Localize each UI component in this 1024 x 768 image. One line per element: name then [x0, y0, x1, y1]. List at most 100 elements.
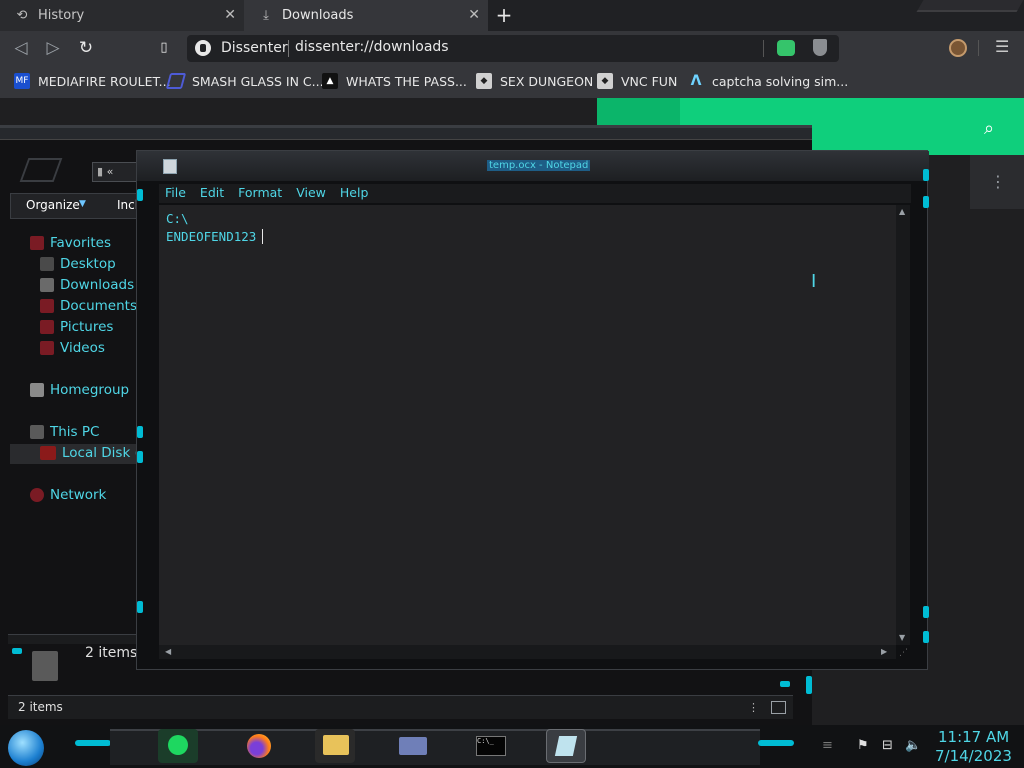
bookmark-item[interactable]: ◆ SEX DUNGEON — [476, 73, 593, 89]
menu-help[interactable]: Help — [340, 184, 369, 203]
notepad-titlebar[interactable]: temp.ocx - Notepad — [137, 151, 929, 181]
scroll-down-icon[interactable]: ▼ — [899, 633, 905, 642]
computer-icon — [30, 425, 44, 439]
shield-icon[interactable] — [813, 39, 827, 56]
nav-label: Downloads — [60, 277, 135, 293]
nav-downloads[interactable]: Downloads — [40, 277, 134, 293]
nav-this-pc[interactable]: This PC — [30, 424, 99, 440]
dissenter-extension-icon[interactable] — [777, 40, 795, 56]
start-button[interactable] — [8, 730, 44, 766]
divider — [763, 40, 764, 57]
frame-accent — [137, 426, 143, 438]
large-icons-view-icon[interactable] — [771, 701, 786, 714]
homegroup-icon — [30, 383, 44, 397]
nav-favorites[interactable]: Favorites — [30, 235, 111, 251]
control-panel-icon[interactable] — [393, 729, 433, 763]
show-hidden-icons-icon[interactable]: ≡ — [822, 738, 833, 753]
scroll-left-icon[interactable]: ◀ — [165, 647, 171, 656]
vertical-scrollbar[interactable]: ▲ ▼ — [896, 205, 910, 645]
cmd-icon[interactable]: C:\_ — [470, 729, 510, 763]
nav-network[interactable]: Network — [30, 487, 106, 503]
nav-documents[interactable]: Documents — [40, 298, 137, 314]
network-icon — [30, 488, 44, 502]
organize-button[interactable]: Organize — [26, 198, 80, 212]
bookmark-item[interactable]: ◆ VNC FUN — [597, 73, 677, 89]
site-chip[interactable]: Dissenter — [195, 40, 288, 56]
volume-icon[interactable]: 🔈 — [905, 738, 921, 753]
url-text[interactable]: dissenter://downloads — [295, 39, 449, 55]
clock-time[interactable]: 11:17 AM — [938, 728, 1009, 746]
menu-edit[interactable]: Edit — [200, 184, 224, 203]
nav-pictures[interactable]: Pictures — [40, 319, 113, 335]
taskbar-frame — [110, 729, 760, 765]
site-name: Dissenter — [221, 40, 288, 56]
close-tab-icon[interactable]: ✕ — [468, 7, 480, 23]
menu-file[interactable]: File — [165, 184, 186, 203]
pictures-icon — [40, 320, 54, 334]
notepad-menubar: File Edit Format View Help — [159, 184, 911, 203]
firefox-icon[interactable] — [238, 729, 278, 763]
tab-strip: ⟲ History ✕ ⤓ Downloads ✕ + — [0, 0, 1024, 31]
nav-label: Favorites — [50, 235, 111, 251]
folder-thumbnail-icon — [32, 651, 58, 681]
new-tab-button[interactable]: + — [493, 3, 515, 27]
window-title: temp.ocx - Notepad — [487, 160, 591, 171]
bookmark-item[interactable]: ▲ WHATS THE PASS... — [322, 73, 467, 89]
explorer-emblem-icon — [19, 158, 63, 182]
close-tab-icon[interactable]: ✕ — [224, 7, 236, 23]
scroll-right-icon[interactable]: ▶ — [881, 647, 887, 656]
back-button[interactable]: ◁ — [10, 37, 32, 59]
horizontal-scrollbar[interactable]: ◀ ▶ — [159, 645, 896, 659]
explorer-address-bar[interactable]: ▮ « — [92, 162, 140, 182]
more-options-icon[interactable]: ⋮ — [990, 172, 1006, 191]
spotify-icon[interactable] — [158, 729, 198, 763]
nav-videos[interactable]: Videos — [40, 340, 105, 356]
tab-history[interactable]: ⟲ History ✕ — [0, 0, 244, 31]
bookmark-icon[interactable]: ▯ — [153, 37, 175, 59]
avatar[interactable] — [949, 39, 967, 57]
forward-button[interactable]: ▷ — [42, 37, 64, 59]
resize-grip-icon[interactable]: ⋰ — [899, 648, 908, 658]
window-decoration — [916, 0, 1024, 12]
notepad-icon[interactable] — [546, 729, 586, 763]
text-line: C:\ — [166, 211, 189, 226]
history-icon: ⟲ — [16, 8, 28, 23]
clock-date[interactable]: 7/14/2023 — [935, 747, 1012, 765]
nav-label: Videos — [60, 340, 105, 356]
reload-button[interactable]: ↻ — [75, 37, 97, 59]
frame-accent — [923, 631, 929, 643]
menu-view[interactable]: View — [296, 184, 326, 203]
frame-accent — [923, 169, 929, 181]
menu-format[interactable]: Format — [238, 184, 282, 203]
frame-accent — [137, 189, 143, 201]
tab-label: History — [38, 8, 85, 23]
search-icon[interactable]: ⌕ — [984, 118, 994, 139]
nav-local-disk[interactable]: Local Disk (C — [40, 445, 149, 461]
address-bar[interactable]: Dissenter dissenter://downloads — [187, 35, 839, 62]
desktop-icon — [40, 257, 54, 271]
nav-homegroup[interactable]: Homegroup — [30, 382, 129, 398]
bookmark-item[interactable]: MF MEDIAFIRE ROULET... — [14, 73, 171, 89]
chevron-down-icon: ▼ — [79, 199, 86, 209]
explorer-icon[interactable] — [315, 729, 355, 763]
bookmark-item[interactable]: SMASH GLASS IN C... — [165, 73, 324, 89]
frame-accent — [137, 451, 143, 463]
nav-desktop[interactable]: Desktop — [40, 256, 116, 272]
include-button[interactable]: Incl — [117, 198, 138, 212]
flag-icon[interactable]: ⚑ — [857, 738, 869, 753]
network-icon[interactable]: ⊟ — [882, 738, 893, 753]
toolbar: ◁ ▷ ↻ ▯ Dissenter dissenter://downloads … — [0, 31, 1024, 65]
notepad-text-area[interactable]: C:\ ENDEOFEND123 I — [159, 205, 896, 645]
taskbar: C:\_ ≡ ⚑ ⊟ 🔈 11:17 AM 7/14/2023 — [0, 725, 1024, 768]
text-caret — [262, 229, 263, 244]
scroll-up-icon[interactable]: ▲ — [899, 207, 905, 216]
explorer-titlebar — [0, 128, 812, 140]
taskbar-accent — [75, 740, 111, 746]
menu-icon[interactable]: ☰ — [995, 37, 1009, 56]
bookmark-label: MEDIAFIRE ROULET... — [38, 73, 171, 89]
bookmark-item[interactable]: Λ captcha solving sim... — [688, 73, 849, 89]
tab-downloads[interactable]: ⤓ Downloads ✕ — [244, 0, 488, 31]
details-view-icon[interactable]: ⋮ — [748, 701, 759, 714]
lock-icon: ▲ — [322, 73, 338, 89]
frame-accent — [806, 676, 812, 694]
